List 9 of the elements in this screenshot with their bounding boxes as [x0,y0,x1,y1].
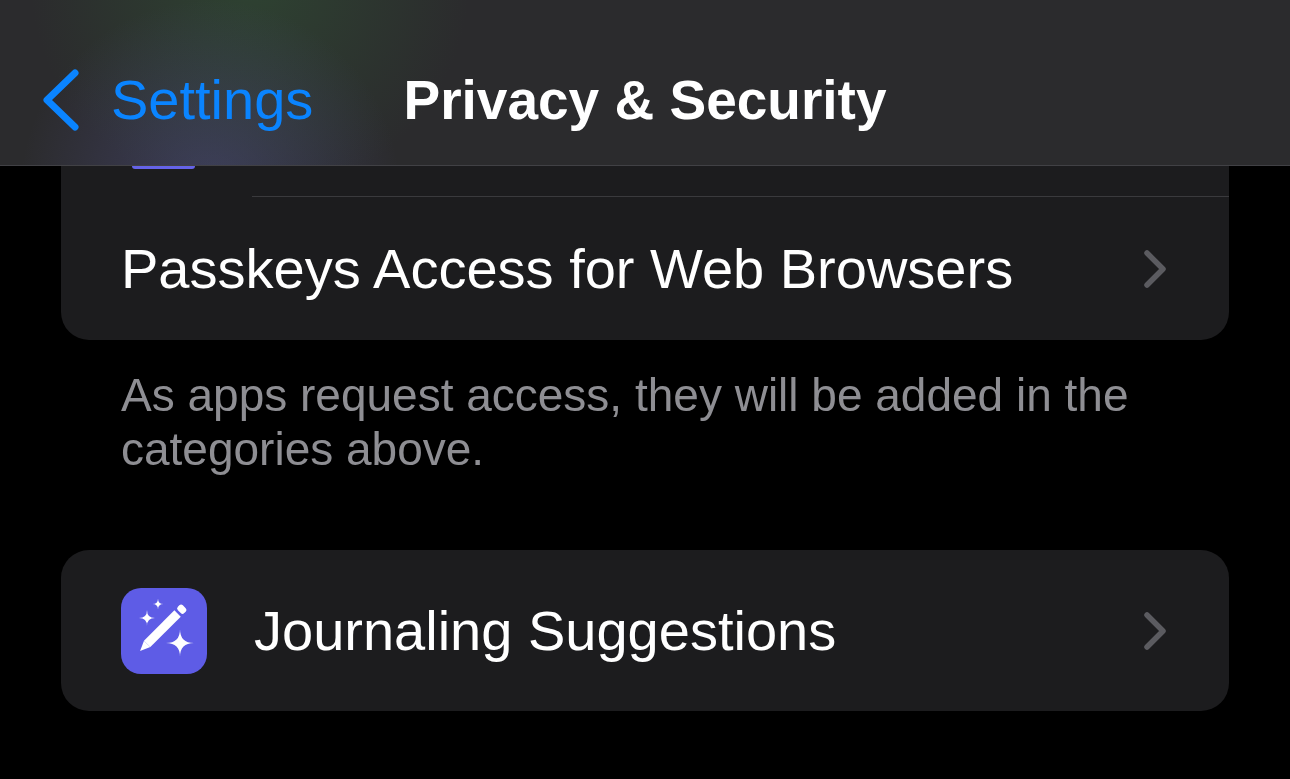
group-footer-text: As apps request access, they will be added in the categories above. [120,368,1130,476]
chevron-icon [1143,610,1167,651]
settings-row[interactable]: Journaling Suggestions [61,550,1229,711]
chevron-icon [1143,248,1167,289]
clipped-app-icon [132,166,195,169]
back-chevron-icon [42,68,80,131]
settings-row[interactable]: Passkeys Access for Web Browsers [61,197,1229,340]
page-title: Privacy & Security [403,67,887,133]
sparkle-pencil-icon [121,587,207,674]
